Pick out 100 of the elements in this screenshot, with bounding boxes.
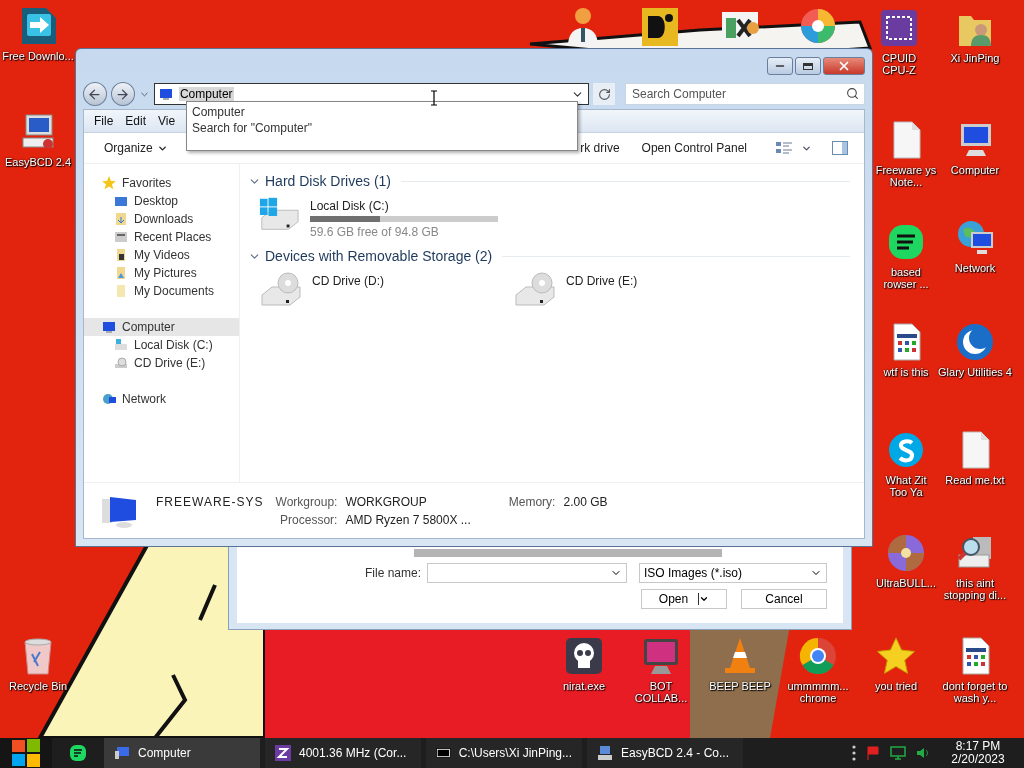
icon-label: dont forget to wash y...	[941, 680, 1009, 704]
network-icon	[102, 392, 116, 406]
disc-icon[interactable]	[886, 533, 926, 573]
maximize-icon	[803, 62, 813, 70]
detail-value: 2.00 GB	[563, 494, 608, 509]
close-icon	[837, 59, 851, 73]
taskbar-button[interactable]: Computer	[104, 738, 260, 768]
drive-name[interactable]: CD Drive (D:)	[312, 274, 384, 288]
icon-label: wtf is this	[883, 366, 929, 378]
app-tile-icon[interactable]	[640, 6, 680, 46]
group-title: Devices with Removable Storage (2)	[265, 248, 493, 264]
computer-icon	[114, 746, 130, 760]
icon-label: UltraBULL...	[876, 577, 936, 589]
taskbar-button[interactable]: 4001.36 MHz (Cor...	[265, 738, 421, 768]
icon-label: Xi JinPing	[950, 52, 1000, 64]
icon-label: Network	[954, 262, 996, 274]
file-name-field[interactable]	[427, 563, 627, 583]
network-icon[interactable]	[890, 746, 906, 760]
cd-drive-icon	[512, 271, 556, 309]
suggestion-item[interactable]: Search for "Computer"	[192, 120, 572, 136]
back-button[interactable]	[83, 82, 107, 106]
computer-name: FREEWARE-SYS	[156, 494, 264, 509]
close-button[interactable]	[823, 57, 865, 75]
toolbar-button[interactable]: Open Control Panel	[637, 139, 751, 157]
star-icon	[102, 176, 116, 190]
taskbar-button[interactable]: EasyBCD 2.4 - Co...	[587, 738, 743, 768]
nav-item[interactable]: My Videos	[84, 246, 239, 264]
overflow-icon[interactable]	[852, 745, 856, 761]
folder-icon	[114, 284, 128, 298]
browser-icon[interactable]	[798, 636, 838, 676]
maximize-button[interactable]	[795, 57, 821, 75]
refresh-button[interactable]	[593, 83, 615, 105]
file-type-select[interactable]: ISO Images (*.iso)	[639, 563, 827, 583]
menu-item[interactable]: Edit	[125, 114, 147, 128]
cd-drive-icon	[114, 356, 128, 370]
nav-item[interactable]: My Pictures	[84, 264, 239, 282]
drive-name[interactable]: Local Disk (C:)	[310, 199, 498, 213]
nav-item[interactable]: Network	[84, 390, 239, 408]
icon-label: Freeware ys Note...	[875, 164, 937, 188]
windows-logo-icon	[10, 738, 42, 768]
forward-button[interactable]	[110, 82, 135, 106]
field-label: File name:	[364, 566, 421, 580]
text-cursor-icon	[430, 90, 438, 106]
icon-label: Computer	[950, 164, 1000, 176]
detail-value: WORKGROUP	[345, 494, 428, 509]
menu-item[interactable]: File	[94, 114, 114, 128]
flag-icon[interactable]	[866, 746, 880, 760]
menu-item[interactable]: Vie	[158, 114, 176, 128]
archive-icon	[436, 747, 451, 759]
icon-label: Read me.txt	[945, 474, 1005, 486]
volume-icon[interactable]	[916, 746, 930, 760]
icon-label: BEEP BEEP	[709, 680, 771, 692]
toolbar-button[interactable]: Organize	[100, 139, 172, 157]
computer-icon	[102, 320, 116, 334]
folder-icon	[114, 248, 128, 262]
view-options-icon[interactable]	[775, 140, 793, 156]
nav-item[interactable]: CD Drive (E:)	[84, 354, 239, 372]
open-button[interactable]: Open	[641, 589, 727, 609]
nav-item[interactable]: Computer	[84, 318, 239, 336]
icon-label: Free Downlo...	[2, 50, 74, 62]
search-field[interactable]: Search Computer	[625, 83, 865, 105]
suggestion-item[interactable]: Computer	[192, 104, 572, 120]
icon-label: based rowser ...	[882, 266, 930, 290]
chip-icon	[275, 745, 291, 761]
icon-label: Glary Utilities 4	[938, 366, 1012, 378]
toolbar-button[interactable]: rk drive	[576, 139, 624, 157]
call-app-icon[interactable]	[886, 430, 926, 470]
nav-item[interactable]: Downloads	[84, 210, 239, 228]
cancel-button[interactable]: Cancel	[741, 589, 827, 609]
desktop-icon	[114, 194, 128, 208]
clock[interactable]: 8:17 PM 2/20/2023	[940, 740, 1016, 766]
forward-arrow-icon	[115, 86, 131, 102]
minimize-button[interactable]	[767, 57, 793, 75]
nav-item[interactable]: Favorites	[84, 174, 239, 192]
icon-label: CPUID CPU-Z	[880, 52, 918, 76]
cd-drive-icon	[258, 271, 302, 309]
chip-icon[interactable]	[879, 8, 919, 48]
preview-pane-icon[interactable]	[832, 141, 848, 155]
disk-icon	[114, 338, 128, 352]
nav-item[interactable]: My Documents	[84, 282, 239, 300]
search-icon[interactable]	[846, 87, 859, 100]
nav-item[interactable]: Desktop	[84, 192, 239, 210]
monitor-icon[interactable]	[641, 636, 681, 676]
refresh-icon	[597, 87, 611, 101]
nav-item[interactable]: Local Disk (C:)	[84, 336, 239, 354]
start-button[interactable]	[0, 738, 52, 768]
group-title: Hard Disk Drives (1)	[265, 173, 391, 189]
crescent-icon[interactable]	[955, 322, 995, 362]
folder-icon	[114, 266, 128, 280]
star-icon[interactable]	[876, 636, 916, 676]
drive-name[interactable]: CD Drive (E:)	[566, 274, 638, 288]
icon-label: BOT COLLAB...	[633, 680, 689, 704]
split-caret-icon[interactable]	[699, 594, 710, 604]
color-wheel-icon[interactable]	[798, 6, 838, 46]
skull-icon[interactable]	[564, 636, 604, 676]
computer-icon	[158, 87, 173, 101]
icon-label: What Zit Too Ya	[884, 474, 928, 498]
nav-item[interactable]: Recent Places	[84, 228, 239, 246]
taskbar-button[interactable]: C:\Users\Xi JinPing...	[426, 738, 582, 768]
icon-label: you tried	[874, 680, 918, 692]
